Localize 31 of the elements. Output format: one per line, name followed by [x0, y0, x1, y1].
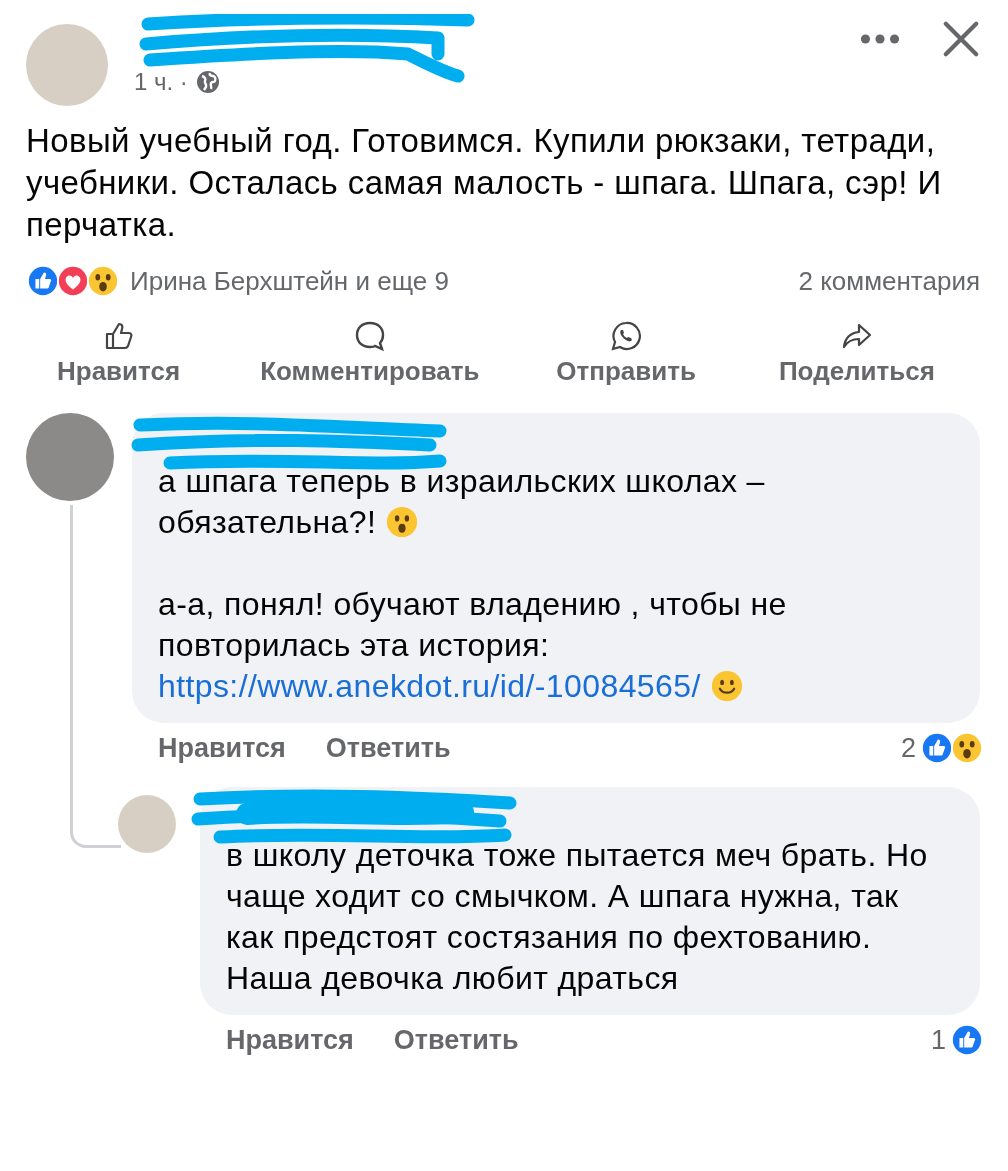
like-reaction-icon [920, 731, 954, 765]
comment-action-button[interactable]: Комментировать [221, 314, 519, 393]
share-action-button[interactable]: Поделиться [733, 314, 980, 393]
comment-text: в школу деточка тоже пытается меч брать. Но чаще ходит со смычком. А шпага нужна, так как предстоят состязания по фехтованию. Наша девочка любит драться [226, 836, 929, 998]
globe-icon [195, 70, 220, 94]
reaction-count: 1 [930, 1024, 946, 1056]
like-button[interactable]: Нравится [226, 1024, 354, 1056]
phone-bubble-icon [610, 320, 643, 352]
wow-emoji-icon [86, 264, 120, 298]
reaction-count: 2 [900, 732, 916, 764]
like-button[interactable]: Нравится [158, 732, 286, 764]
post-text: Новый учебный год. Готовимся. Купили рюкзаки, тетради, учебники. Осталась самая малость - шпага. Шпага, сэр! И перчатка. [26, 121, 943, 245]
comment-text: а-а, понял! обучают владению , чтобы не повторилась эта история: [158, 585, 788, 665]
comments-count[interactable]: 2 комментария [798, 265, 980, 297]
close-icon[interactable] [942, 20, 980, 58]
reactions-summary[interactable]: Ирина Берхштейн и еще 9 [130, 265, 449, 297]
speech-bubble-icon [353, 320, 386, 352]
wow-emoji-icon [386, 506, 419, 538]
wow-emoji-icon [950, 731, 984, 765]
like-action-button[interactable]: Нравится [16, 314, 222, 393]
heart-reaction-icon [56, 264, 90, 298]
like-reaction-icon [26, 264, 60, 298]
like-reaction-icon [950, 1023, 984, 1057]
more-icon[interactable] [860, 33, 900, 45]
post-time: 1 ч. · [134, 68, 188, 96]
reply-button[interactable]: Ответить [325, 732, 451, 764]
reply-button[interactable]: Ответить [393, 1024, 519, 1056]
smile-emoji-icon [710, 670, 743, 702]
url-link[interactable]: https://www.anekdot.ru/id/-10084565/ [158, 668, 701, 704]
whatsapp-action-button[interactable]: Отправить [518, 314, 734, 393]
comment-text: а шпага теперь в израильских школах – обязательна?! [158, 462, 766, 542]
